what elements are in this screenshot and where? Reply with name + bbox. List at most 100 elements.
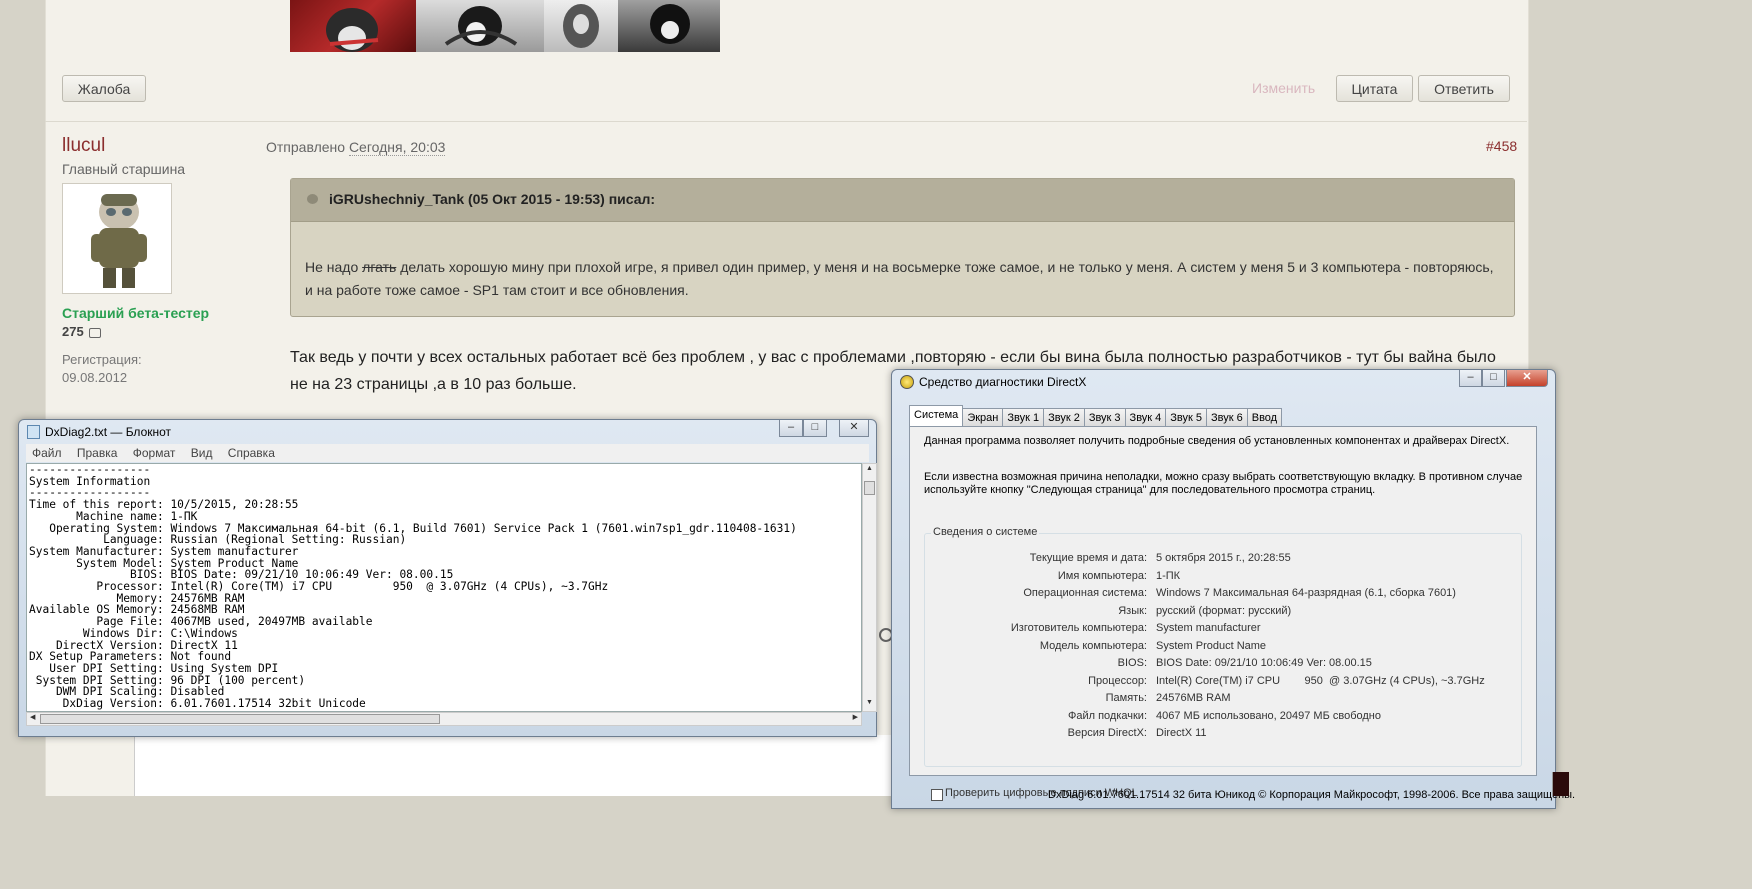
info-label: Язык:: [1118, 604, 1147, 617]
info-row: Модель компьютера: System Product Name: [925, 640, 1523, 657]
info-value: 5 октября 2015 г., 20:28:55: [1156, 552, 1291, 564]
menu-format[interactable]: Формат: [133, 444, 176, 462]
dxdiag-title: Средство диагностики DirectX: [919, 375, 1087, 389]
minimize-button[interactable]: –: [779, 420, 803, 437]
info-label: Текущие время и дата:: [1029, 552, 1147, 564]
notepad-window[interactable]: DxDiag2.txt — Блокнот – □ ✕ Файл Правка …: [18, 419, 877, 737]
post-number-link[interactable]: #458: [1486, 138, 1517, 154]
info-row: Память: 24576MB RAM: [925, 692, 1523, 709]
maximize-button[interactable]: □: [803, 420, 827, 437]
notepad-title: DxDiag2.txt — Блокнот: [45, 425, 172, 439]
info-row: Изготовитель компьютера: System manufactu…: [925, 622, 1523, 639]
post-meta-prefix: Отправлено: [266, 139, 346, 155]
system-info-group: Сведения о системе Текущие время и дата:…: [924, 526, 1523, 767]
horizontal-scrollbar[interactable]: ◀ ▶: [26, 712, 862, 726]
notepad-text-area[interactable]: ------------------ System Information --…: [26, 463, 862, 712]
scroll-down-icon[interactable]: ▼: [866, 699, 873, 706]
notepad-content[interactable]: ------------------ System Information --…: [27, 464, 861, 710]
intro-text-1: Данная программа позволяет получить подр…: [924, 435, 1510, 447]
info-row: Текущие время и дата: 5 октября 2015 г., …: [925, 552, 1523, 569]
tab-sound-3[interactable]: Звук 3: [1083, 408, 1126, 426]
info-label: BIOS:: [1117, 657, 1147, 669]
menu-view[interactable]: Вид: [191, 444, 213, 462]
dxdiag-footer: DxDiag 6.01.7601.17514 32 бита Юникод © …: [1048, 789, 1576, 801]
signature-image-4: [618, 0, 720, 52]
info-value: русский (формат: русский): [1156, 604, 1292, 617]
info-value: System Product Name: [1156, 639, 1267, 652]
menu-edit[interactable]: Правка: [77, 444, 118, 462]
signature-image-2: [416, 0, 544, 52]
intro-text-2: Если известна возможная причина неполадк…: [924, 471, 1523, 496]
reply-button[interactable]: Ответить: [1418, 75, 1510, 102]
info-row: Имя компьютера: 1-ПК: [925, 570, 1523, 587]
scroll-right-icon[interactable]: ▶: [853, 713, 858, 721]
post-count: 275: [62, 324, 102, 339]
tab-display[interactable]: Экран: [962, 408, 1004, 426]
user-group-title: Старший бета-тестер: [62, 305, 210, 321]
info-value: BIOS Date: 09/21/10 10:06:49 Ver: 08.00.…: [1156, 657, 1372, 669]
comment-icon: [89, 327, 102, 338]
post-count-value: 275: [62, 324, 84, 339]
reply-editor[interactable]: [134, 735, 895, 796]
info-row: BIOS: BIOS Date: 09/21/10 10:06:49 Ver: 0…: [925, 657, 1523, 674]
scroll-left-icon[interactable]: ◀: [30, 713, 35, 721]
tray-icon[interactable]: [1552, 772, 1569, 796]
info-row: Версия DirectX: DirectX 11: [925, 727, 1523, 744]
avatar[interactable]: [62, 183, 172, 294]
signature-image-1: [290, 0, 416, 52]
menu-file[interactable]: Файл: [32, 444, 62, 462]
info-value: DirectX 11: [1156, 727, 1207, 739]
info-label: Память:: [1105, 692, 1147, 704]
tab-sound-6[interactable]: Звук 6: [1206, 408, 1248, 426]
post-meta: Отправлено Сегодня, 20:03: [266, 139, 446, 156]
whql-checkbox[interactable]: [931, 789, 943, 801]
scroll-up-icon[interactable]: ▲: [866, 465, 873, 472]
info-row: Процессор: Intel(R) Core(TM) i7 CPU 950 @…: [925, 675, 1523, 692]
post-time: Сегодня, 20:03: [348, 139, 446, 156]
quote-header-text: iGRUshechniy_Tank (05 Окт 2015 - 19:53) …: [329, 191, 656, 207]
maximize-button[interactable]: □: [1482, 370, 1505, 387]
system-tab-panel: Данная программа позволяет получить подр…: [909, 426, 1537, 801]
author-rank: Главный старшина: [62, 161, 186, 177]
quote-block: iGRUshechniy_Tank (05 Окт 2015 - 19:53) …: [290, 178, 1515, 317]
tab-sound-1[interactable]: Звук 1: [1002, 408, 1045, 426]
tab-sound-5[interactable]: Звук 5: [1165, 408, 1208, 426]
quote-button[interactable]: Цитата: [1336, 75, 1413, 102]
info-label: Файл подкачки:: [1067, 709, 1147, 722]
info-row: Язык: русский (формат: русский): [925, 605, 1523, 622]
menu-help[interactable]: Справка: [228, 444, 275, 462]
tab-sound-2[interactable]: Звук 2: [1043, 408, 1085, 426]
info-value: System manufacturer: [1156, 622, 1261, 634]
quote-text-rest: делать хорошую мину при плохой игре, я п…: [305, 259, 1494, 298]
minimize-button[interactable]: –: [1459, 370, 1482, 387]
tab-sound-4[interactable]: Звук 4: [1124, 408, 1167, 426]
info-value: 24576MB RAM: [1156, 692, 1231, 704]
info-label: Изготовитель компьютера:: [1010, 622, 1147, 634]
quote-header: iGRUshechniy_Tank (05 Окт 2015 - 19:53) …: [291, 179, 1514, 222]
registration-label: Регистрация:: [62, 352, 142, 367]
info-row: Файл подкачки: 4067 МБ использовано, 2049…: [925, 710, 1523, 727]
info-value: 1-ПК: [1156, 569, 1181, 582]
horizontal-scroll-thumb[interactable]: [40, 714, 440, 724]
info-value: Intel(R) Core(TM) i7 CPU 950 @ 3.07GHz (…: [1156, 674, 1485, 687]
close-button[interactable]: ✕: [839, 420, 869, 437]
tab-bar: Система Экран Звук 1 Звук 2 Звук 3 Звук 4 Звук…: [909, 405, 1283, 426]
dxdiag-window[interactable]: Средство диагностики DirectX – □ ✕ Систе…: [891, 369, 1575, 809]
vertical-scroll-thumb[interactable]: [864, 481, 875, 495]
vertical-scrollbar[interactable]: ▲ ▼: [862, 463, 877, 712]
info-label: Версия DirectX:: [1067, 727, 1147, 739]
info-label: Модель компьютера:: [1039, 639, 1147, 652]
close-button[interactable]: ✕: [1506, 370, 1548, 387]
directx-app-icon: [900, 375, 914, 389]
notepad-menubar: Файл Правка Формат Вид Справка: [26, 444, 869, 462]
edit-button[interactable]: Изменить: [1252, 80, 1315, 96]
author-name[interactable]: llucul: [62, 135, 105, 157]
quote-strike-text: лгать: [362, 259, 397, 275]
notepad-app-icon: [27, 425, 40, 439]
tab-system[interactable]: Система: [909, 405, 964, 426]
tab-input[interactable]: Ввод: [1246, 408, 1283, 426]
system-info-group-title: Сведения о системе: [931, 526, 1040, 538]
quote-text-start: Не надо: [305, 259, 363, 275]
info-row: Операционная система: Windows 7 Максималь…: [925, 587, 1523, 604]
report-button[interactable]: Жалоба: [62, 75, 146, 102]
